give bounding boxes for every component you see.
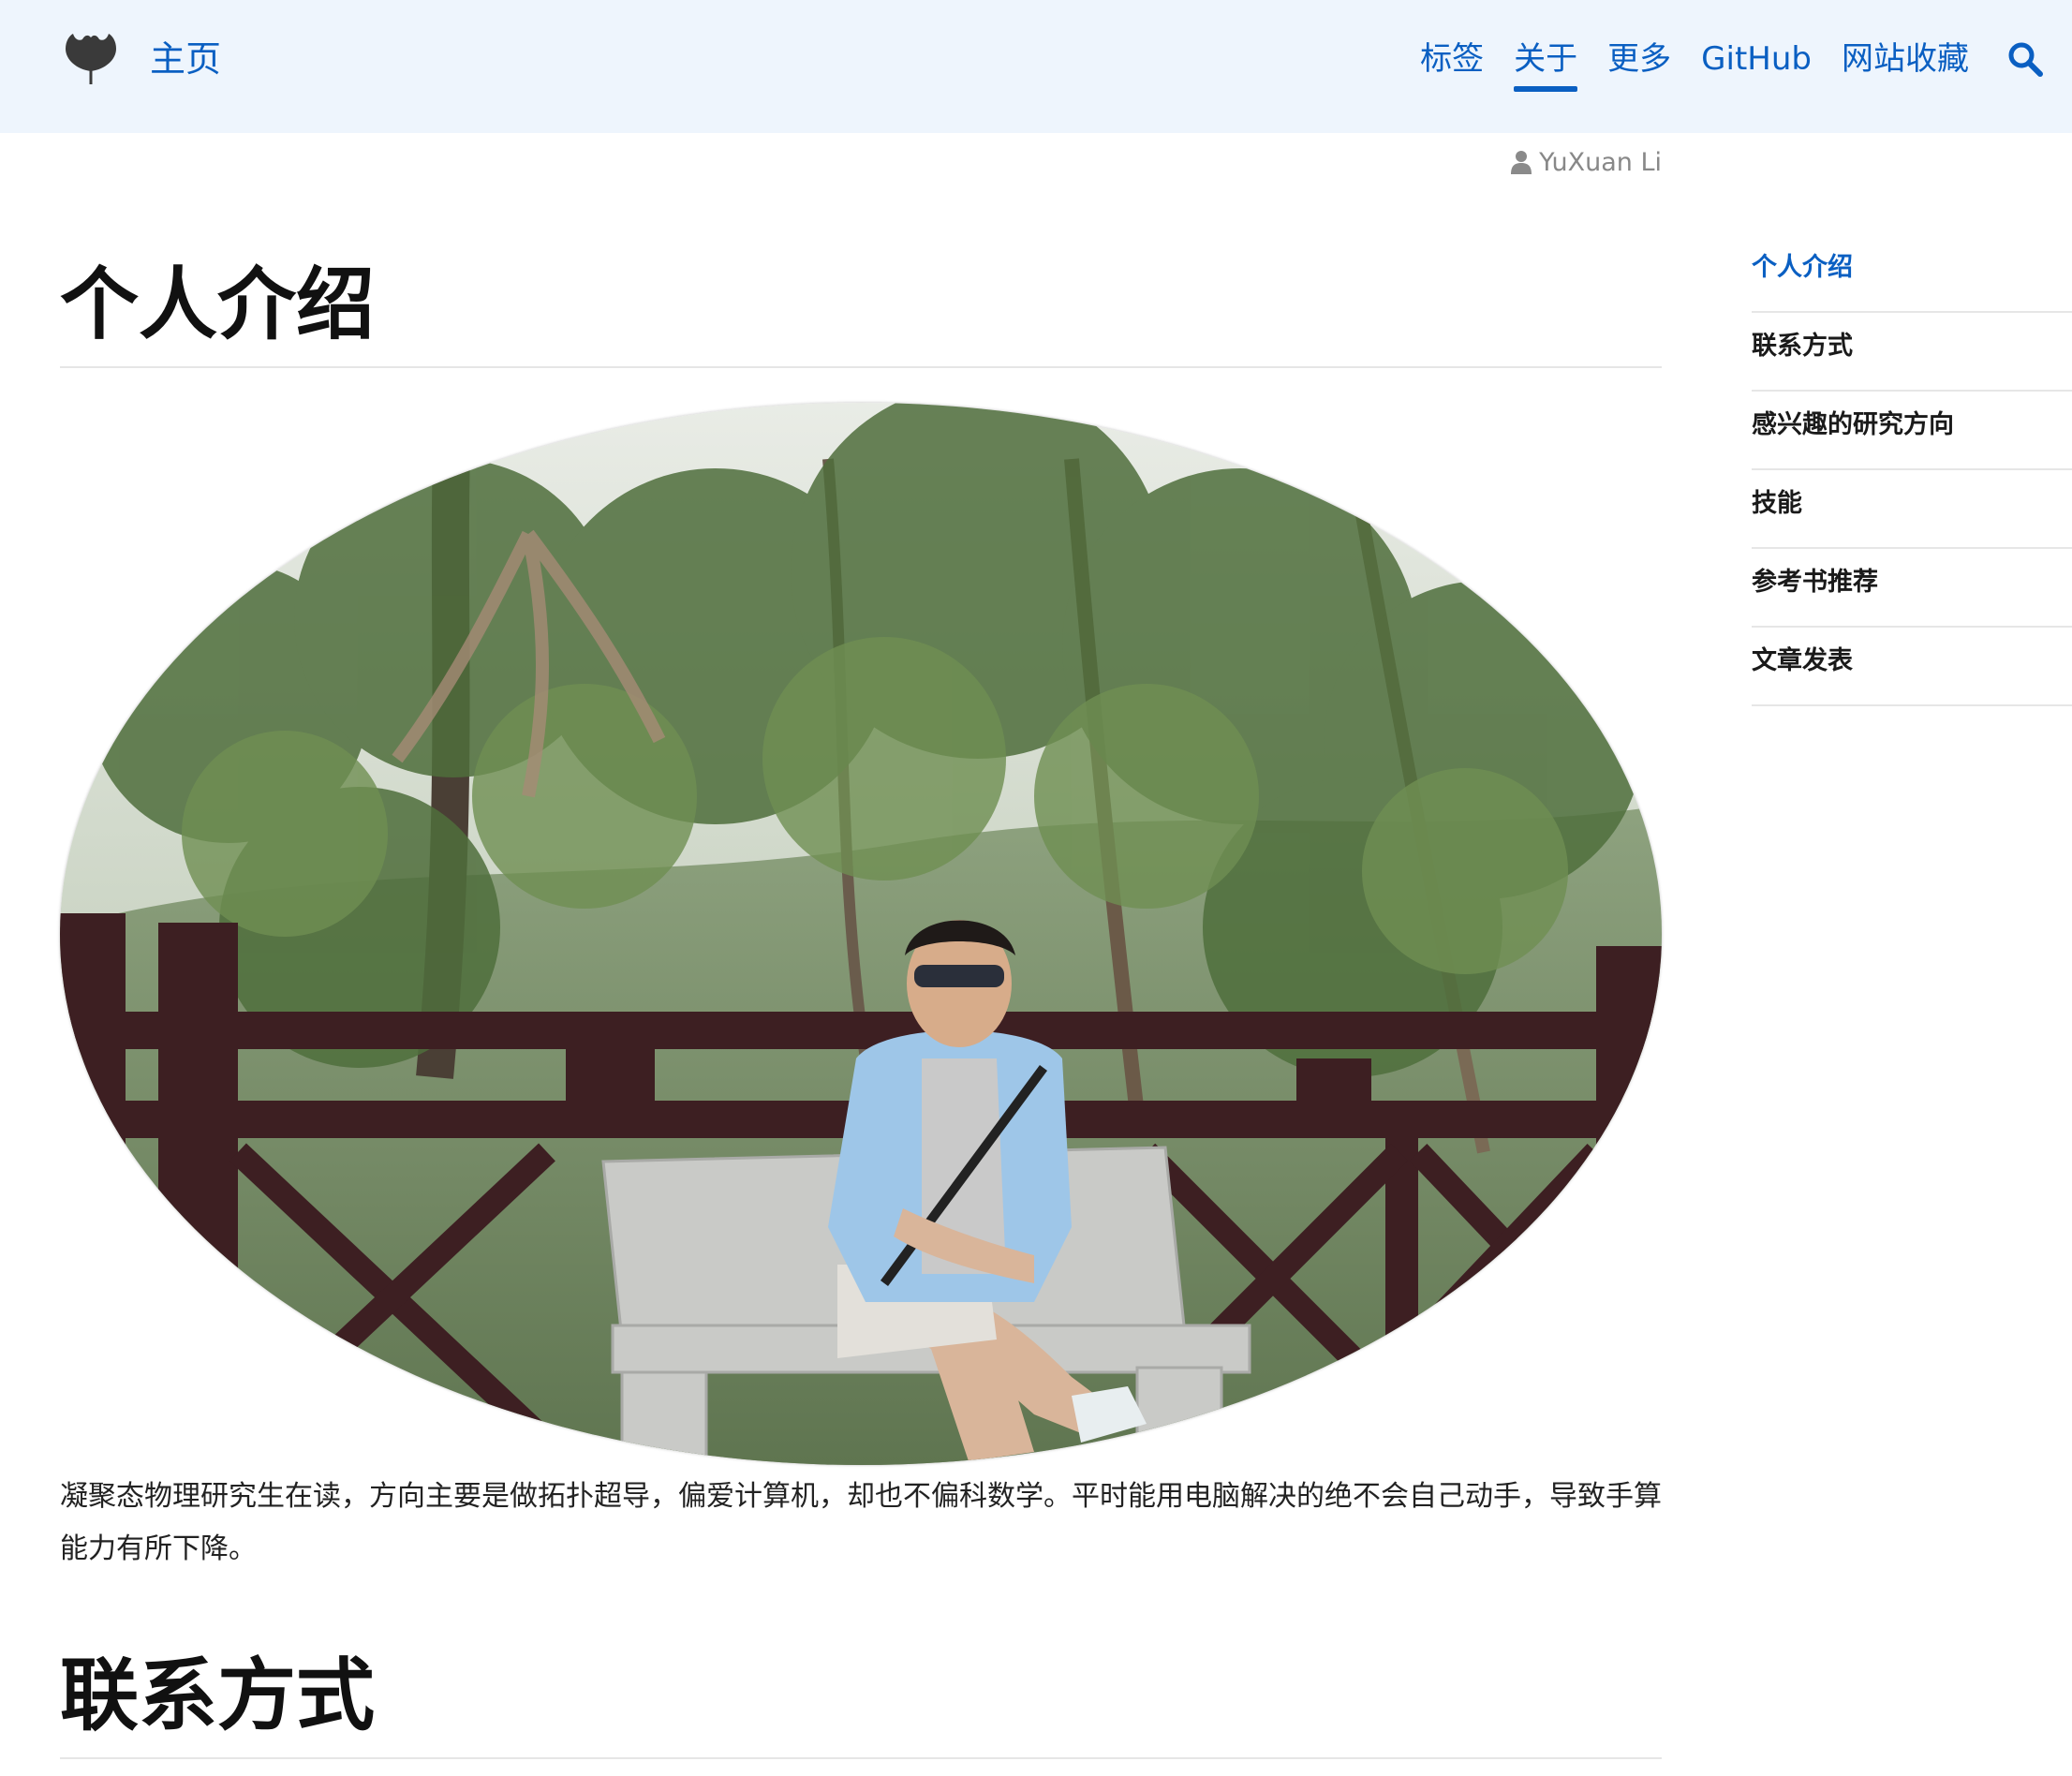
search-icon[interactable] (2006, 40, 2044, 78)
table-of-contents: 个人介绍 联系方式 感兴趣的研究方向 技能 参考书推荐 文章发表 (1752, 234, 2072, 706)
profile-photo-image (60, 403, 1662, 1465)
home-link[interactable]: 主页 (60, 28, 221, 90)
heading-intro: 个人介绍 (60, 258, 1662, 368)
toc-item-skills[interactable]: 技能 (1752, 470, 2072, 549)
ginkgo-leaf-logo-icon (66, 34, 116, 84)
nav-github[interactable]: GitHub (1701, 28, 1812, 90)
main-nav: 标签 关于 更多 GitHub 网站收藏 (1420, 28, 2072, 92)
toc-item-research[interactable]: 感兴趣的研究方向 (1752, 392, 2072, 470)
nav-more[interactable]: 更多 (1607, 28, 1671, 90)
nav-bookmarks[interactable]: 网站收藏 (1842, 28, 1969, 90)
nav-tags[interactable]: 标签 (1420, 28, 1484, 90)
toc-item-books[interactable]: 参考书推荐 (1752, 549, 2072, 628)
profile-photo (60, 403, 1662, 1465)
nav-about[interactable]: 关于 (1514, 28, 1578, 92)
author-name: YuXuan Li (1539, 147, 1662, 177)
toc-item-publications[interactable]: 文章发表 (1752, 628, 2072, 706)
intro-paragraph: 凝聚态物理研究生在读，方向主要是做拓扑超导，偏爱计算机，却也不偏科数学。平时能用… (60, 1480, 1662, 1565)
site-header: 主页 标签 关于 更多 GitHub 网站收藏 (0, 0, 2072, 133)
heading-contact: 联系方式 (60, 1649, 1662, 1759)
toc-item-contact[interactable]: 联系方式 (1752, 313, 2072, 392)
user-icon (1511, 151, 1532, 174)
brand-title: 主页 (150, 38, 222, 80)
toc-item-intro[interactable]: 个人介绍 (1752, 234, 2072, 313)
author-line: YuXuan Li (1510, 142, 1662, 182)
